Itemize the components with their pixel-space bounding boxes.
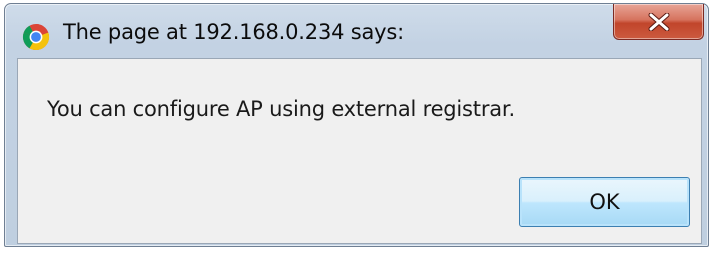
title-bar[interactable]: The page at 192.168.0.234 says: xyxy=(5,4,708,58)
dialog-message: You can configure AP using external regi… xyxy=(47,97,515,121)
dialog-title: The page at 192.168.0.234 says: xyxy=(63,20,404,44)
ok-button[interactable]: OK xyxy=(519,177,690,227)
close-icon xyxy=(648,13,670,31)
chrome-icon xyxy=(22,23,50,51)
dialog-content: You can configure AP using external regi… xyxy=(17,58,702,244)
close-button[interactable] xyxy=(613,4,704,40)
alert-dialog: The page at 192.168.0.234 says: You can … xyxy=(4,3,709,247)
